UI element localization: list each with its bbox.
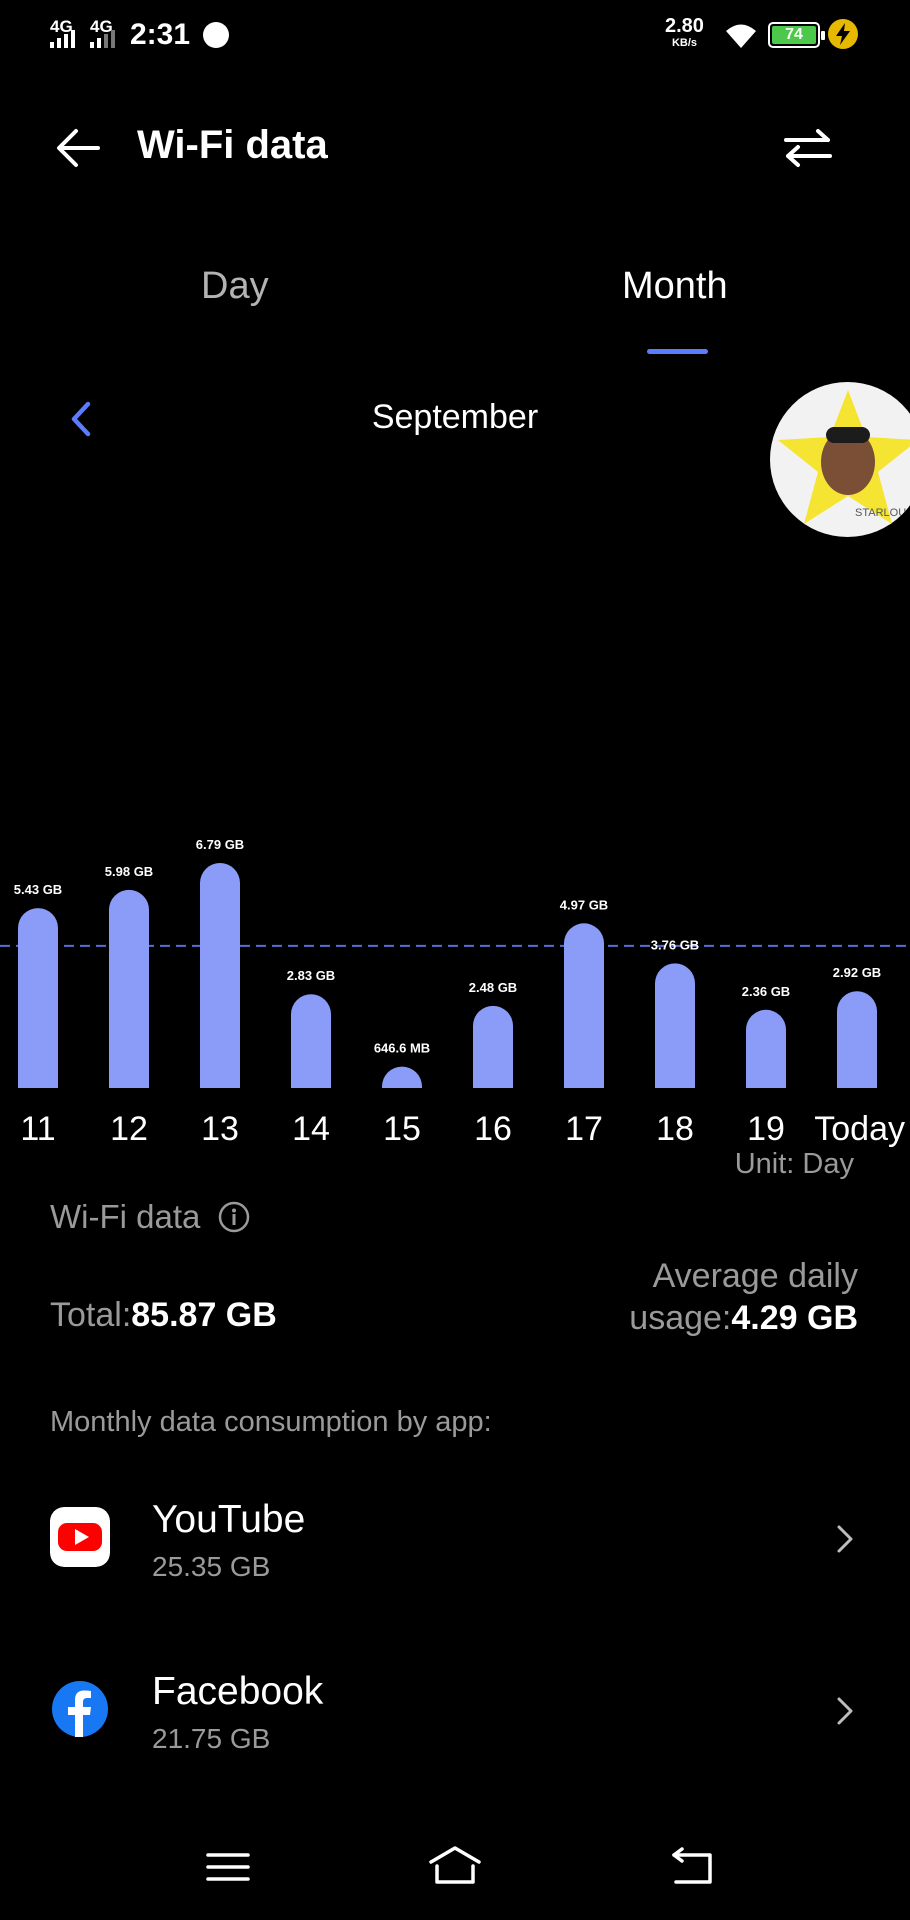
battery-level: 74 <box>785 26 803 43</box>
chart-category-label: 14 <box>292 1110 330 1148</box>
chart-category-label: 12 <box>110 1110 148 1148</box>
chart-category-label: 11 <box>20 1110 55 1148</box>
signal-icon-2 <box>90 30 115 48</box>
average-label-line1: Average daily <box>652 1257 858 1295</box>
chart-category-label: 19 <box>747 1110 785 1148</box>
chart-category-label: 15 <box>383 1110 421 1148</box>
unit-label: Unit: Day <box>734 1148 854 1180</box>
tab-month[interactable]: Month <box>622 265 728 308</box>
chart-bar <box>473 1005 513 1088</box>
back-arrow-icon[interactable] <box>52 120 108 176</box>
star-sticker-icon: STARLOU <box>778 390 910 524</box>
chart-value-label: 5.98 GB <box>105 864 153 879</box>
chart-value-label: 2.36 GB <box>742 984 790 999</box>
chart-bars <box>18 863 877 1088</box>
chart-category-label: 18 <box>656 1110 694 1148</box>
app-usage: 21.75 GB <box>152 1723 271 1754</box>
chart-value-label: 6.79 GB <box>196 837 244 852</box>
list-item-facebook[interactable]: Facebook 21.75 GB <box>0 1637 910 1787</box>
chart-category-label: 13 <box>201 1110 239 1148</box>
chart-bar <box>746 1009 786 1088</box>
swap-arrows-icon[interactable] <box>780 120 836 176</box>
list-item-youtube[interactable]: YouTube 25.35 GB <box>0 1465 910 1615</box>
average-label-line2: usage: <box>629 1299 732 1337</box>
status-bar: 4G 4G 2:31 2.80 KB/s 74 <box>0 0 910 70</box>
chart-bar <box>109 889 149 1088</box>
chevron-right-icon <box>837 1525 853 1553</box>
info-icon[interactable] <box>218 1201 250 1233</box>
clock: 2:31 <box>130 18 191 51</box>
app-name: YouTube <box>152 1498 306 1541</box>
signal-icon-1 <box>50 30 75 48</box>
chart-bar <box>18 908 58 1088</box>
total-value: 85.87 GB <box>131 1296 277 1334</box>
chart-bar <box>382 1066 422 1088</box>
chart-bar <box>291 994 331 1088</box>
total-usage: Total:85.87 GB <box>50 1296 277 1335</box>
speed-unit: KB/s <box>671 37 697 49</box>
chart-value-label: 2.92 GB <box>833 965 881 980</box>
monthly-consumption-title: Monthly data consumption by app: <box>50 1406 492 1438</box>
wifi-data-section-label: Wi-Fi data <box>50 1198 201 1235</box>
home-icon[interactable] <box>425 1842 485 1892</box>
chart-category-label: 16 <box>474 1110 512 1148</box>
app-name: Facebook <box>152 1670 324 1713</box>
average-daily-usage: Average daily usage:4.29 GB <box>629 1255 858 1339</box>
sticker-text: STARLOU <box>855 507 906 519</box>
chart-value-label: 2.48 GB <box>469 980 517 995</box>
daily-usage-chart: 5.43 GB 5.98 GB 6.79 GB 2.83 GB 646.6 MB 2.48… <box>0 837 910 1148</box>
network-speed: 2.80 KB/s <box>665 16 704 49</box>
back-icon[interactable] <box>664 1842 724 1892</box>
messenger-icon <box>203 22 229 48</box>
youtube-icon <box>50 1507 110 1567</box>
chart-value-label: 3.76 GB <box>651 937 699 952</box>
charging-icon <box>828 19 858 49</box>
app-usage: 25.35 GB <box>152 1551 271 1582</box>
total-label: Total: <box>50 1296 132 1334</box>
chart-category-label: Today <box>814 1110 905 1148</box>
chart-value-label: 5.43 GB <box>14 882 62 897</box>
chart-bar <box>837 991 877 1088</box>
wifi-icon <box>726 24 756 48</box>
chart-value-label: 2.83 GB <box>287 968 335 983</box>
page-title: Wi-Fi data <box>137 123 328 167</box>
battery-tip <box>821 31 825 40</box>
tab-day[interactable]: Day <box>201 265 269 308</box>
chart-bar <box>200 863 240 1088</box>
tab-selected-indicator <box>647 349 708 354</box>
chart-bar <box>655 963 695 1088</box>
chart-category-label: 17 <box>565 1110 603 1148</box>
chart-bar <box>564 923 604 1088</box>
floating-avatar-sticker[interactable]: STARLOU <box>770 382 910 537</box>
menu-icon[interactable] <box>198 1842 258 1892</box>
chart-value-label: 646.6 MB <box>374 1041 430 1056</box>
chevron-right-icon <box>837 1697 853 1725</box>
average-value: 4.29 GB <box>731 1299 858 1337</box>
month-label: September <box>371 398 539 436</box>
speed-value: 2.80 <box>665 15 704 37</box>
chart-value-label: 4.97 GB <box>560 897 608 912</box>
battery-icon: 74 <box>768 22 825 48</box>
facebook-icon <box>52 1681 108 1737</box>
chart-category-labels: 11 12 13 14 15 16 17 18 19 Today <box>20 1110 905 1148</box>
